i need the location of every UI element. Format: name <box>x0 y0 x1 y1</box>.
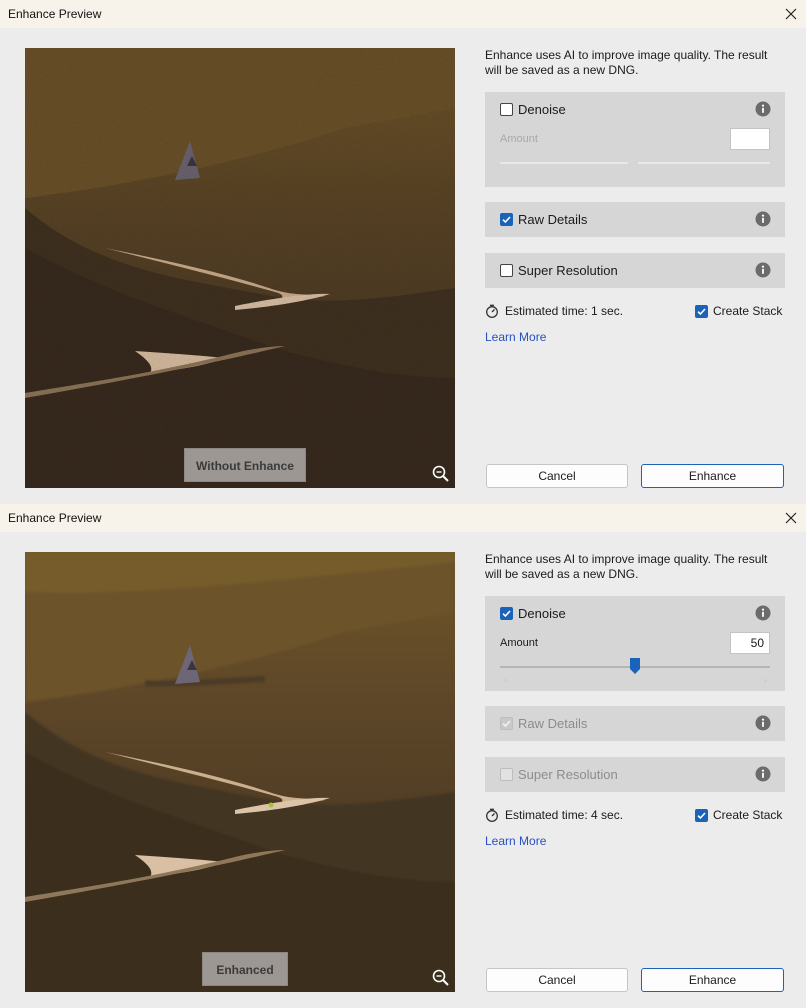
create-stack-toggle[interactable]: Create Stack <box>695 301 782 321</box>
raw-details-toggle[interactable]: Raw Details <box>500 202 587 236</box>
amount-label: Amount <box>500 133 538 145</box>
super-resolution-checkbox <box>500 767 513 781</box>
amount-input[interactable] <box>730 128 770 150</box>
stopwatch-icon <box>485 808 499 822</box>
checkmark-icon <box>697 811 706 819</box>
info-icon[interactable] <box>755 262 771 278</box>
enhance-preview-dialog-after: Enhance Preview Enhanced Enhance uses AI… <box>0 504 806 1008</box>
learn-more-link[interactable]: Learn More <box>485 834 546 848</box>
slider-gap <box>628 161 638 165</box>
checkmark-icon <box>697 307 706 315</box>
raw-details-panel: Raw Details <box>485 706 785 741</box>
enhance-button[interactable]: Enhance <box>641 968 784 992</box>
estimated-time-row: Estimated time: 4 sec. Create Stack <box>485 805 785 825</box>
close-button[interactable] <box>780 507 802 529</box>
super-resolution-toggle[interactable]: Super Resolution <box>500 253 618 287</box>
zoom-out-button[interactable] <box>431 464 451 484</box>
amount-slider[interactable] <box>500 658 770 682</box>
denoise-toggle[interactable]: Denoise <box>500 92 566 126</box>
title-bar: Enhance Preview <box>0 504 806 532</box>
super-resolution-checkbox[interactable] <box>500 263 513 277</box>
checkmark-icon <box>502 215 511 223</box>
enhance-preview-dialog-before: Enhance Preview Without Enhance Enhance … <box>0 0 806 504</box>
zoom-out-icon <box>432 465 449 482</box>
estimated-time: Estimated time: 4 sec. <box>505 808 624 822</box>
create-stack-checkbox[interactable] <box>695 304 708 318</box>
window-title: Enhance Preview <box>8 7 102 21</box>
denoise-toggle[interactable]: Denoise <box>500 596 566 630</box>
create-stack-label: Create Stack <box>713 808 783 822</box>
enhance-button[interactable]: Enhance <box>641 464 784 488</box>
preview-image[interactable]: Enhanced <box>25 552 455 992</box>
super-resolution-label: Super Resolution <box>518 262 618 278</box>
cancel-button[interactable]: Cancel <box>486 968 628 992</box>
learn-more-link[interactable]: Learn More <box>485 330 546 344</box>
denoise-panel: Denoise Amount <box>485 92 785 187</box>
raw-details-toggle: Raw Details <box>500 706 587 740</box>
close-icon <box>785 8 797 20</box>
amount-slider[interactable] <box>500 159 770 173</box>
raw-details-panel: Raw Details <box>485 202 785 237</box>
raw-details-checkbox[interactable] <box>500 212 513 226</box>
zoom-out-icon <box>432 969 449 986</box>
close-button[interactable] <box>780 3 802 25</box>
title-bar: Enhance Preview <box>0 0 806 28</box>
amount-label: Amount <box>500 637 538 649</box>
slider-tick <box>505 679 506 682</box>
zoom-out-button[interactable] <box>431 968 451 988</box>
preview-photo-noisy <box>25 48 455 488</box>
denoise-checkbox[interactable] <box>500 102 513 116</box>
checkmark-icon <box>502 609 511 617</box>
info-icon[interactable] <box>755 101 771 117</box>
close-icon <box>785 512 797 524</box>
preview-photo-enhanced <box>25 552 455 992</box>
super-resolution-panel: Super Resolution <box>485 253 785 288</box>
intro-text: Enhance uses AI to improve image quality… <box>485 48 768 77</box>
create-stack-label: Create Stack <box>713 304 783 318</box>
window-title: Enhance Preview <box>8 511 102 525</box>
estimated-time-row: Estimated time: 1 sec. Create Stack <box>485 301 785 321</box>
info-icon[interactable] <box>755 211 771 227</box>
raw-details-label: Raw Details <box>518 715 588 731</box>
super-resolution-label: Super Resolution <box>518 766 618 782</box>
checkmark-icon <box>502 719 511 727</box>
preview-mode-label: Enhanced <box>202 952 288 986</box>
amount-input[interactable]: 50 <box>730 632 770 654</box>
super-resolution-panel: Super Resolution <box>485 757 785 792</box>
denoise-panel: Denoise Amount 50 <box>485 596 785 691</box>
estimated-time: Estimated time: 1 sec. <box>505 304 624 318</box>
stopwatch-icon <box>485 304 499 318</box>
raw-details-label: Raw Details <box>518 211 588 227</box>
info-icon[interactable] <box>755 715 771 731</box>
enhance-options-panel: Enhance uses AI to improve image quality… <box>485 552 785 992</box>
denoise-checkbox[interactable] <box>500 606 513 620</box>
super-resolution-toggle: Super Resolution <box>500 757 618 791</box>
denoise-label: Denoise <box>518 605 566 621</box>
preview-image[interactable]: Without Enhance <box>25 48 455 488</box>
info-icon[interactable] <box>755 766 771 782</box>
cancel-button[interactable]: Cancel <box>486 464 628 488</box>
create-stack-toggle[interactable]: Create Stack <box>695 805 782 825</box>
intro-text: Enhance uses AI to improve image quality… <box>485 552 768 581</box>
raw-details-checkbox <box>500 716 513 730</box>
info-icon[interactable] <box>755 605 771 621</box>
slider-tick <box>765 679 766 682</box>
preview-mode-label: Without Enhance <box>184 448 306 482</box>
denoise-label: Denoise <box>518 101 566 117</box>
create-stack-checkbox[interactable] <box>695 808 708 822</box>
slider-thumb[interactable] <box>630 658 640 674</box>
enhance-options-panel: Enhance uses AI to improve image quality… <box>485 48 785 488</box>
